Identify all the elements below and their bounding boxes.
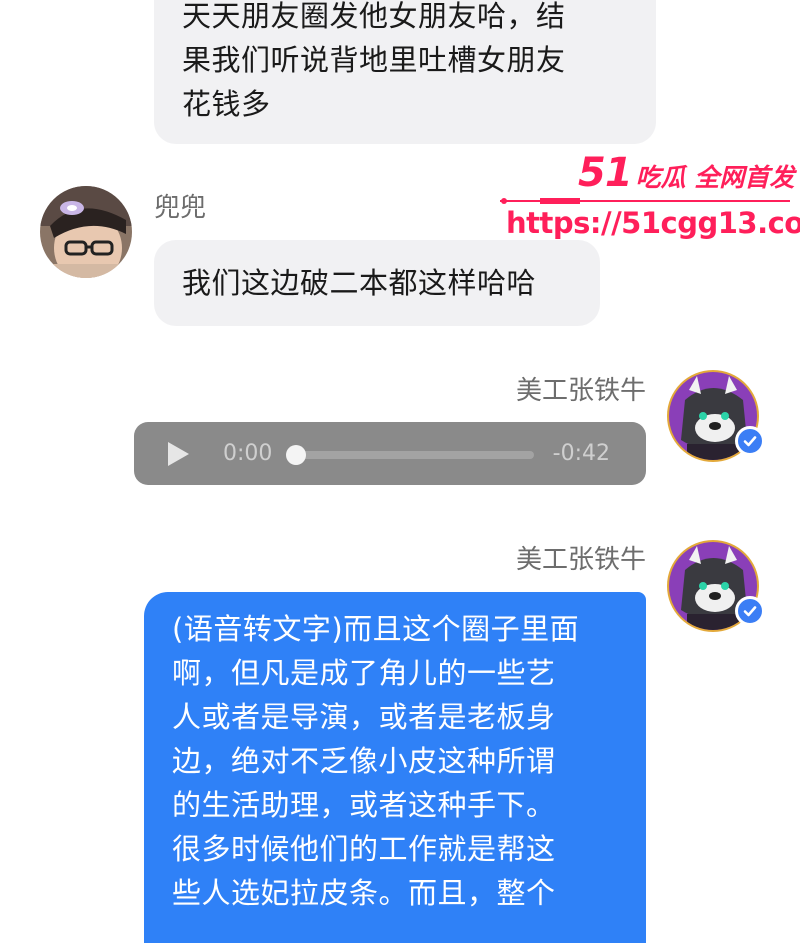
message-text-line: 边，绝对不乏像小皮这种所谓 [172,744,556,778]
sender-name: 美工张铁牛 [515,545,646,575]
watermark-url: https://51cgg13.com [506,206,800,240]
message-text-line: 些人选妃拉皮条。而且，整个 [172,876,556,910]
avatar-image [40,186,132,278]
message-text: 我们这边破二本都这样哈哈 [182,266,537,300]
sender-name: 美工张铁牛 [515,376,646,406]
message-text-line: 啊，但凡是成了角儿的一些艺 [172,656,556,690]
message-text-line: 天天朋友圈发他女朋友哈，结 [182,0,566,33]
avatar-meigong[interactable] [667,370,765,462]
message-bubble-incoming[interactable]: 我们这边破二本都这样哈哈 [154,240,600,326]
message-text-line: 果我们听说背地里吐槽女朋友 [182,43,566,77]
message-text-line: 很多时候他们的工作就是帮这 [172,832,556,866]
audio-current-time: 0:00 [223,441,273,466]
play-icon[interactable] [164,440,192,468]
watermark-brand: 51 吃瓜 全网首发 [578,150,794,196]
watermark-brand-number: 51 [578,150,633,196]
avatar-meigong[interactable] [667,540,765,632]
message-bubble-outgoing[interactable]: (语音转文字)而且这个圈子里面 啊，但凡是成了角儿的一些艺 人或者是导演，或者是… [144,592,646,943]
avatar-doudou[interactable] [40,186,132,278]
verified-badge [735,596,765,626]
message-text-line: 人或者是导演，或者是老板身 [172,700,556,734]
audio-scrubber-handle[interactable] [286,445,306,465]
message-text-line: (语音转文字)而且这个圈子里面 [172,612,580,646]
watermark: 51吃瓜 全网首发 https://51cgg13.com [498,150,800,245]
watermark-brand-text: 吃瓜 全网首发 [635,163,795,192]
message-text-line: 花钱多 [182,87,271,121]
message-bubble-incoming[interactable]: 天天朋友圈发他女朋友哈，结 果我们听说背地里吐槽女朋友 花钱多 [154,0,656,144]
watermark-line-decoration [500,198,790,204]
verified-check-icon [743,606,757,617]
voice-message-player[interactable]: 0:00 -0:42 [134,422,646,485]
audio-progress-track[interactable] [296,451,534,459]
verified-badge [735,426,765,456]
chat-screen: 天天朋友圈发他女朋友哈，结 果我们听说背地里吐槽女朋友 花钱多 兜兜 我们这边破… [0,0,800,943]
message-text-line: 的生活助理，或者这种手下。 [172,788,556,822]
audio-remaining-time: -0:42 [552,441,610,466]
verified-check-icon [743,436,757,447]
sender-name: 兜兜 [154,193,207,223]
